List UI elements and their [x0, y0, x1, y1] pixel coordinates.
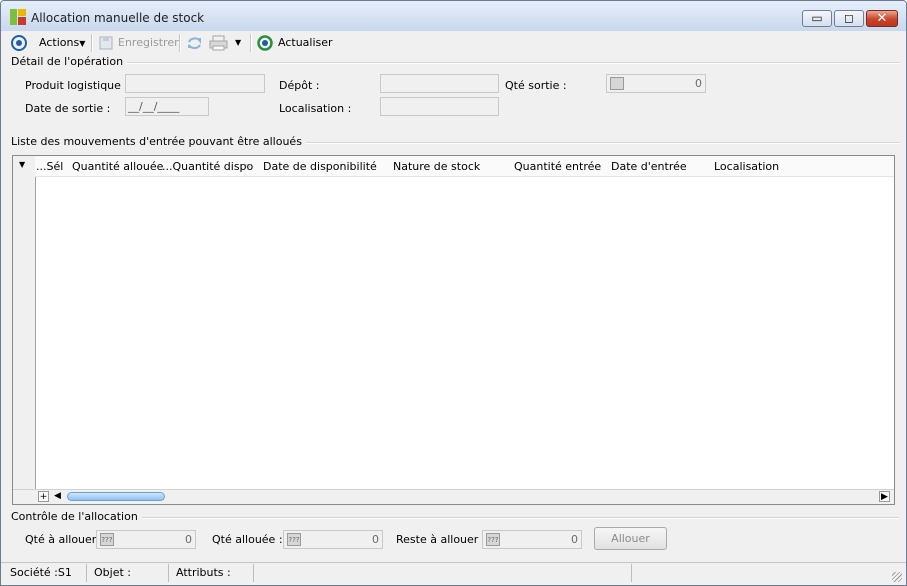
- scroll-left-icon[interactable]: ◀: [52, 491, 63, 502]
- localisation-label: Localisation :: [279, 102, 352, 115]
- print-dropdown-icon[interactable]: ▼: [235, 35, 241, 51]
- depot-field[interactable]: [380, 74, 499, 93]
- scroll-right-icon[interactable]: ▶: [879, 491, 890, 502]
- actions-label: Actions: [39, 36, 80, 49]
- toolbar: Actions▼ Enregistrer ▼ Actualiser: [1, 32, 906, 54]
- date-sortie-label: Date de sortie :: [25, 102, 111, 115]
- calculator-icon: [610, 77, 624, 90]
- scroll-thumb[interactable]: [67, 492, 165, 501]
- add-row-icon[interactable]: +: [38, 491, 49, 502]
- col-quantite-entree[interactable]: Quantité entrée: [514, 160, 601, 173]
- qte-a-allouer-label: Qté à allouer :: [25, 533, 104, 546]
- qte-a-allouer-field[interactable]: ??? 0: [96, 530, 196, 549]
- minimize-button[interactable]: ▭: [802, 10, 832, 27]
- print-icon[interactable]: [209, 35, 228, 51]
- depot-label: Dépôt :: [279, 79, 320, 92]
- resize-grip-icon[interactable]: [892, 572, 902, 582]
- status-objet: Objet :: [87, 564, 169, 582]
- save-icon: [99, 36, 113, 50]
- qte-sortie-field[interactable]: 0: [606, 74, 706, 93]
- sort-indicator-icon: ▽: [245, 162, 252, 171]
- reste-label: Reste à allouer :: [396, 533, 486, 546]
- actions-menu[interactable]: Actions▼: [39, 35, 85, 51]
- control-section-title: Contrôle de l'allocation: [11, 510, 142, 523]
- close-button[interactable]: ✕: [866, 10, 898, 27]
- allouer-button[interactable]: Allouer: [594, 527, 667, 550]
- col-quantite-allouee[interactable]: Quantité allouée: [72, 160, 163, 173]
- col-date-disponibilite[interactable]: Date de disponibilité: [263, 160, 377, 173]
- title-bar: Allocation manuelle de stock ▭ ◻ ✕: [1, 1, 906, 31]
- window-title: Allocation manuelle de stock: [31, 11, 205, 25]
- horizontal-scrollbar[interactable]: + ◀ ▶: [13, 489, 894, 504]
- main-window: Allocation manuelle de stock ▭ ◻ ✕ Actio…: [0, 0, 907, 586]
- calculator-icon: ???: [486, 533, 500, 546]
- produit-field[interactable]: [125, 74, 265, 93]
- qte-sortie-label: Qté sortie :: [505, 79, 567, 92]
- reste-field[interactable]: ??? 0: [482, 530, 582, 549]
- app-icon: [10, 9, 26, 25]
- maximize-icon: ◻: [844, 11, 854, 25]
- dropdown-arrow-icon: ▼: [79, 39, 86, 48]
- list-section-title: Liste des mouvements d'entrée pouvant êt…: [11, 135, 306, 148]
- status-bar: Société :S1 Objet : Attributs :: [1, 562, 906, 585]
- col-localisation[interactable]: Localisation: [714, 160, 779, 173]
- save-button[interactable]: Enregistrer: [118, 35, 179, 51]
- detail-section-title: Détail de l'opération: [11, 55, 128, 68]
- col-nature-stock[interactable]: Nature de stock: [393, 160, 480, 173]
- sync-icon[interactable]: [186, 35, 203, 51]
- qte-allouee-label: Qté allouée :: [212, 533, 283, 546]
- minimize-icon: ▭: [811, 11, 823, 25]
- col-quantite-dispo[interactable]: ...Quantité dispo: [162, 160, 253, 173]
- status-empty: [254, 564, 632, 582]
- status-societe: Société :S1: [3, 564, 87, 582]
- close-icon: ✕: [876, 11, 888, 26]
- target-icon: [11, 35, 27, 51]
- calculator-icon: ???: [100, 533, 114, 546]
- maximize-button[interactable]: ◻: [834, 10, 864, 27]
- grid-header: ...Sél Quantité allouée ...Quantité disp…: [35, 156, 894, 177]
- produit-label: Produit logistique :: [25, 79, 129, 92]
- col-sel[interactable]: ...Sél: [36, 160, 63, 173]
- refresh-icon: [257, 35, 273, 51]
- qte-allouee-field[interactable]: ??? 0: [283, 530, 383, 549]
- date-sortie-field[interactable]: __/__/____: [125, 97, 209, 116]
- col-date-entree[interactable]: Date d'entrée: [611, 160, 687, 173]
- refresh-button[interactable]: Actualiser: [278, 35, 333, 51]
- column-chooser-icon[interactable]: ▼: [19, 160, 25, 169]
- row-header: ▼: [13, 156, 36, 504]
- localisation-field[interactable]: [380, 97, 499, 116]
- movements-grid[interactable]: ▼ ...Sél Quantité allouée ...Quantité di…: [12, 155, 895, 505]
- calculator-icon: ???: [287, 533, 301, 546]
- status-attributs: Attributs :: [169, 564, 254, 582]
